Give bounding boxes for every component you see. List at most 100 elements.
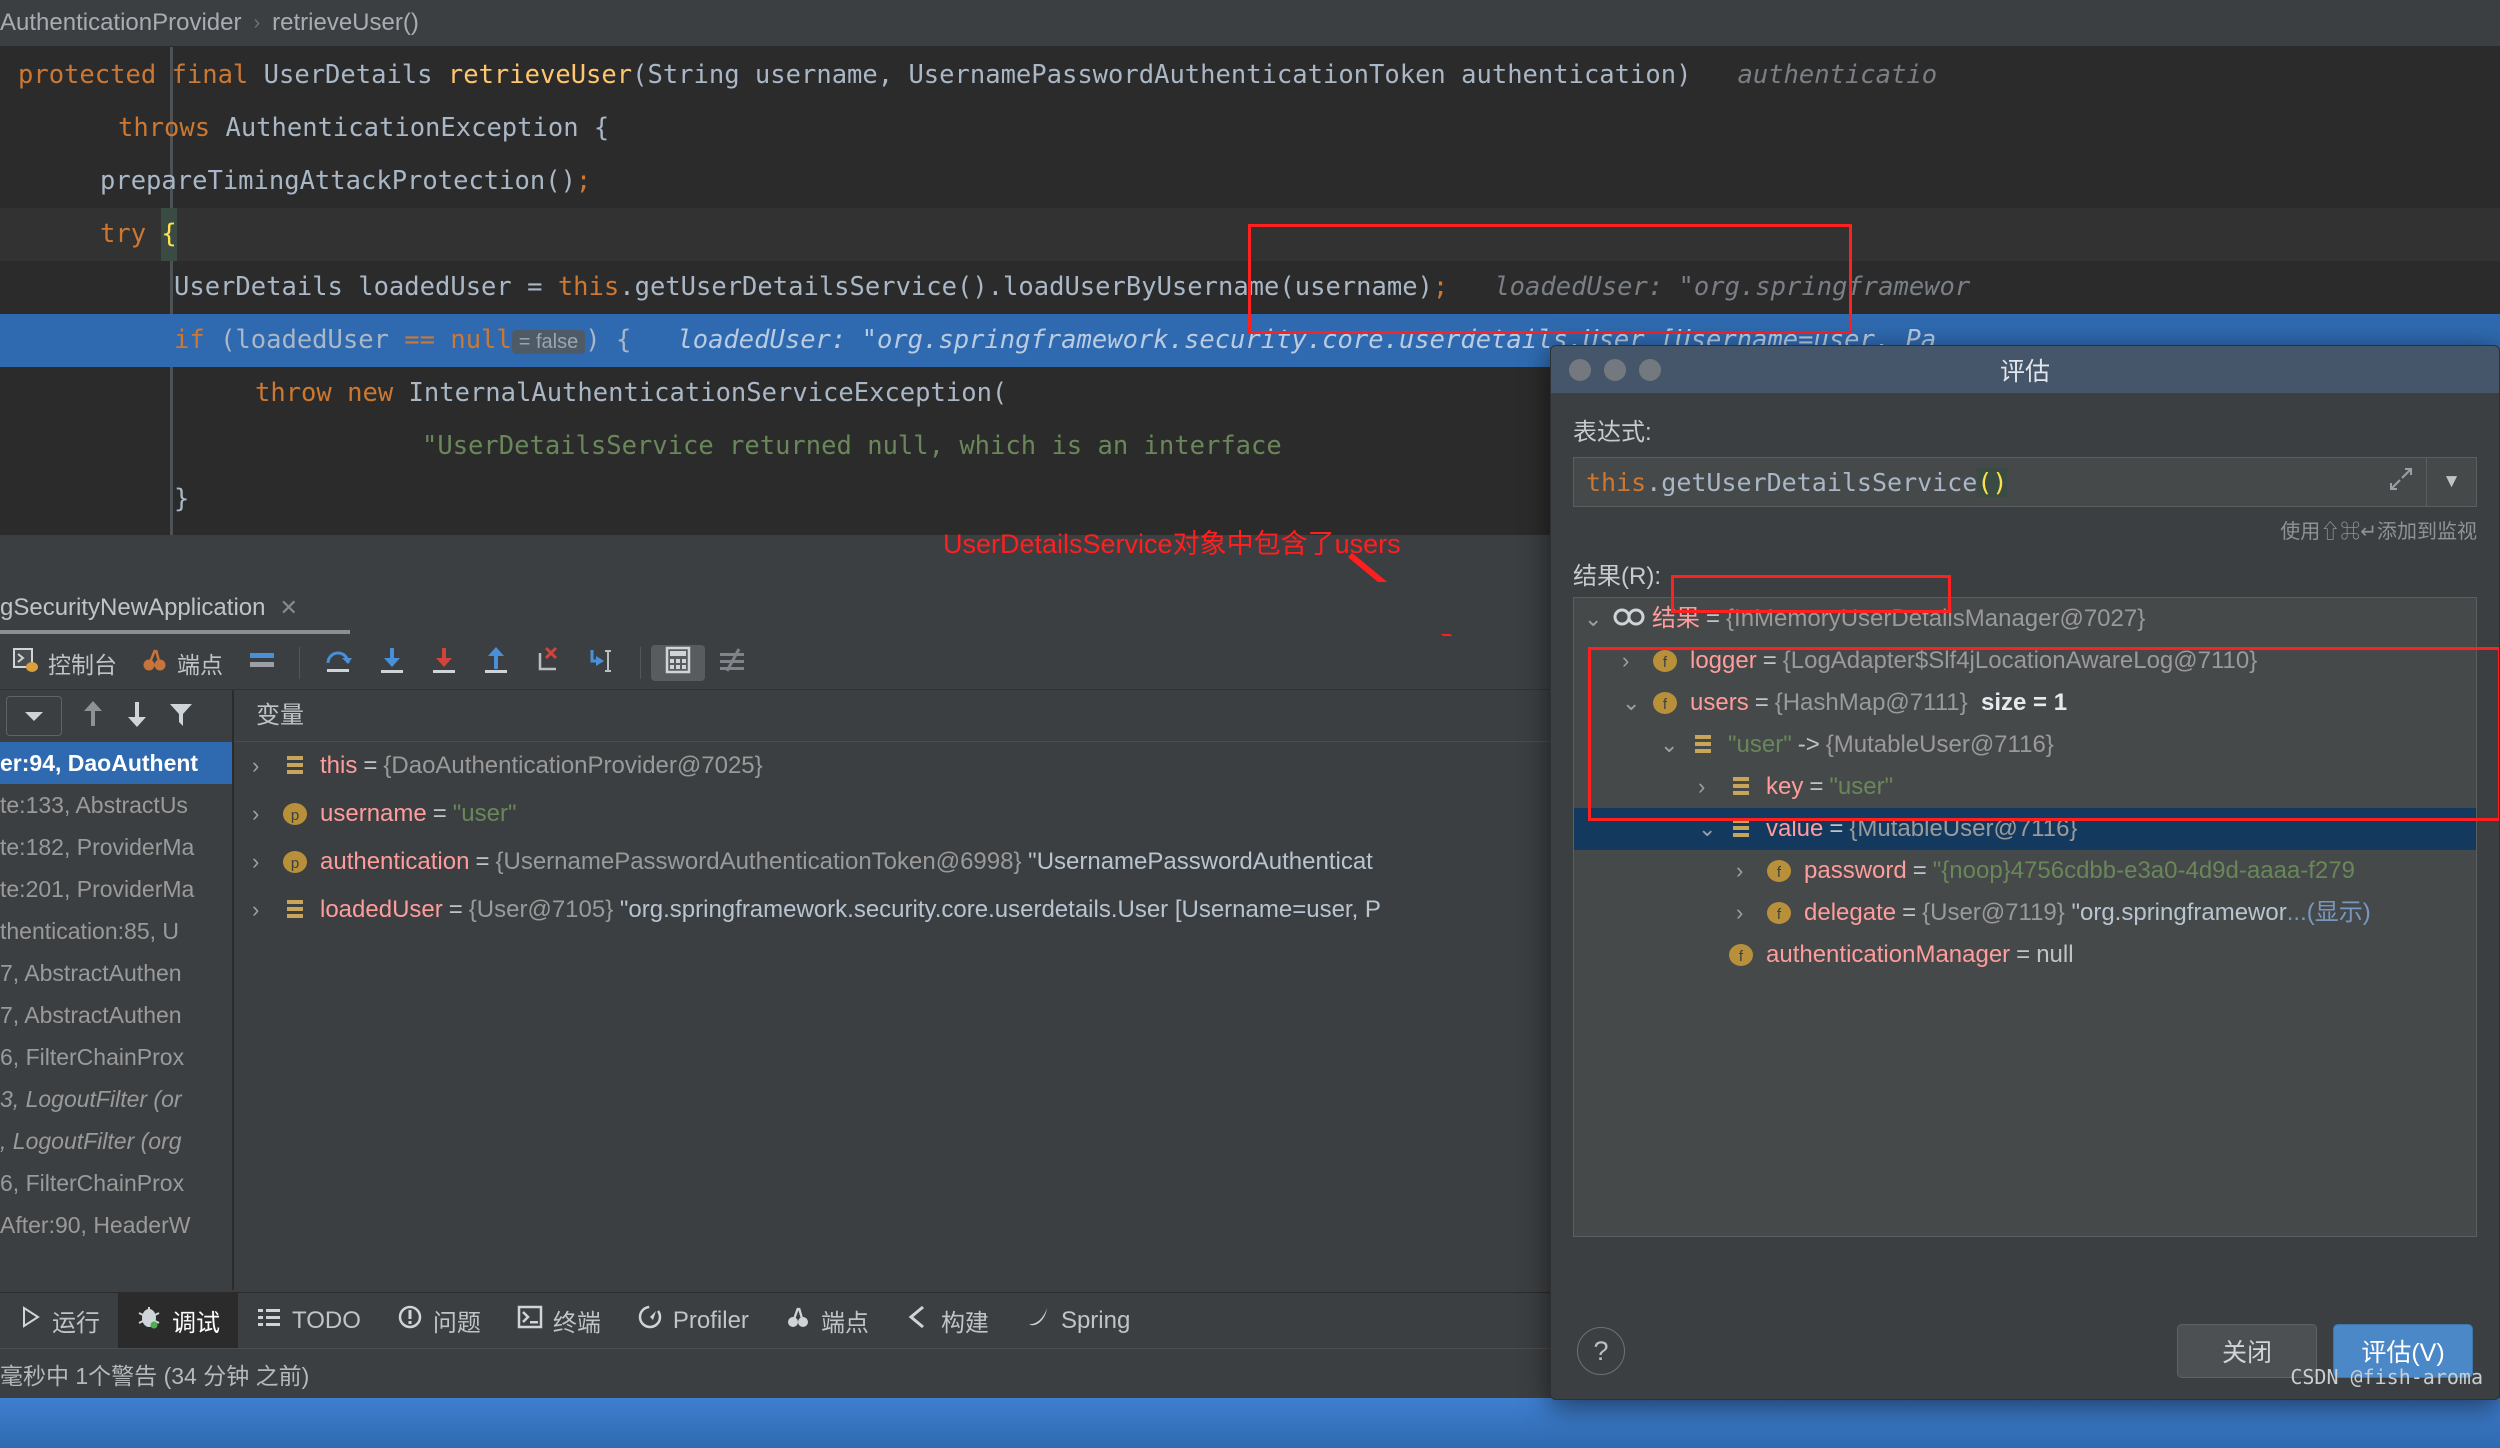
evaluate-expression-button[interactable]: [651, 645, 705, 681]
tree-row-selected[interactable]: ⌄value={MutableUser@7116}: [1574, 808, 2476, 850]
expand-chevron-icon[interactable]: ›: [252, 838, 280, 886]
variable-row[interactable]: ›pauthentication={UsernamePasswordAuthen…: [234, 838, 1554, 886]
variable-row[interactable]: ›this={DaoAuthenticationProvider@7025}: [234, 742, 1554, 790]
step-out-button[interactable]: [470, 645, 522, 681]
expand-chevron-icon[interactable]: ⌄: [1584, 598, 1612, 640]
thread-selector[interactable]: [6, 696, 62, 736]
variables-panel[interactable]: 变量 ›this={DaoAuthenticationProvider@7025…: [234, 690, 1554, 1290]
tree-row[interactable]: ›flogger={LogAdapter$Slf4jLocationAwareL…: [1574, 640, 2476, 682]
breadcrumb[interactable]: AuthenticationProvider › retrieveUser(): [0, 0, 2500, 47]
code-token: try: [100, 219, 161, 249]
code-line[interactable]: throws AuthenticationException {: [0, 102, 2500, 155]
build-icon: [905, 1304, 931, 1337]
expand-chevron-icon[interactable]: ›: [252, 886, 280, 934]
variable-row[interactable]: ›loadedUser={User@7105} "org.springframe…: [234, 886, 1554, 934]
bottom-tab-breakpoints[interactable]: 端点: [767, 1293, 887, 1349]
tab-underline: [0, 630, 350, 634]
frame-row[interactable]: 3, LogoutFilter (or: [0, 1078, 232, 1120]
frame-row[interactable]: After:90, HeaderW: [0, 1204, 232, 1246]
tree-row[interactable]: ⌄结果={InMemoryUserDetailsManager@7027}: [1574, 598, 2476, 640]
frame-row[interactable]: 7, AbstractAuthen: [0, 994, 232, 1036]
tree-row[interactable]: fauthenticationManager=null: [1574, 934, 2476, 976]
tree-node-string: "{noop}4756cdbb-e3a0-4d9d-aaaa-f279: [1933, 850, 2355, 892]
expand-editor-icon[interactable]: [2388, 466, 2414, 498]
tree-row[interactable]: ⌄"user"->{MutableUser@7116}: [1574, 724, 2476, 766]
variable-tostring: "UsernamePasswordAuthenticat: [1022, 838, 1373, 886]
tree-row[interactable]: ›key="user": [1574, 766, 2476, 808]
tree-node-tostring: "org.springframewor: [2065, 892, 2287, 934]
tree-row[interactable]: ›fdelegate={User@7119} "org.springframew…: [1574, 892, 2476, 934]
expand-chevron-icon[interactable]: ›: [1622, 640, 1650, 682]
code-line[interactable]: UserDetails loadedUser = this.getUserDet…: [0, 261, 2500, 314]
evaluate-dialog[interactable]: 评估 表达式: this.getUserDetailsService() ▼ 使…: [1550, 345, 2500, 1400]
bottom-tab-run[interactable]: 运行: [0, 1293, 118, 1349]
code-token: retrieveUser: [448, 60, 632, 90]
frame-row-selected[interactable]: er:94, DaoAuthent: [0, 742, 232, 784]
expression-input[interactable]: this.getUserDetailsService(): [1573, 457, 2427, 507]
variable-ref: {DaoAuthenticationProvider@7025}: [383, 742, 762, 790]
show-value-link[interactable]: ...(显示): [2287, 892, 2371, 934]
bottom-tab-spring[interactable]: Spring: [1007, 1293, 1148, 1349]
frame-row[interactable]: te:133, AbstractUs: [0, 784, 232, 826]
expand-chevron-icon[interactable]: ›: [252, 742, 280, 790]
frame-row[interactable]: te:201, ProviderMa: [0, 868, 232, 910]
breakpoints-button[interactable]: 端点: [129, 646, 235, 680]
bottom-tab-debug[interactable]: 调试: [118, 1293, 238, 1349]
bottom-tab-terminal[interactable]: 终端: [499, 1293, 619, 1349]
expand-chevron-icon[interactable]: ›: [1698, 766, 1726, 808]
equals-sign: =: [1902, 892, 1916, 934]
frame-row[interactable]: thentication:85, U: [0, 910, 232, 952]
frames-toolbar[interactable]: [0, 690, 232, 742]
run-to-cursor-button[interactable]: [574, 645, 630, 681]
code-token: {: [161, 208, 176, 261]
help-button[interactable]: ?: [1577, 1327, 1625, 1375]
bottom-tab-problems[interactable]: 问题: [379, 1293, 499, 1349]
code-token: "UserDetailsService returned null, which…: [422, 431, 1282, 461]
tree-row[interactable]: ⌄fusers={HashMap@7111} size = 1: [1574, 682, 2476, 724]
tree-row[interactable]: ›fpassword="{noop}4756cdbb-e3a0-4d9d-aaa…: [1574, 850, 2476, 892]
code-token: loadedUser: "org.springframewor: [1448, 272, 1970, 302]
variable-name: loadedUser: [320, 886, 443, 934]
frame-row[interactable]: , LogoutFilter (org: [0, 1120, 232, 1162]
filter-icon[interactable]: [168, 699, 194, 734]
expression-history-dropdown[interactable]: ▼: [2427, 457, 2477, 507]
expand-chevron-icon[interactable]: ⌄: [1660, 724, 1688, 766]
step-into-button[interactable]: [366, 645, 418, 681]
expand-chevron-icon[interactable]: ›: [252, 790, 280, 838]
code-line[interactable]: protected final UserDetails retrieveUser…: [0, 49, 2500, 102]
bottom-tab-build[interactable]: 构建: [887, 1293, 1007, 1349]
frames-down-icon[interactable]: [124, 699, 150, 734]
expand-chevron-icon[interactable]: ›: [1736, 850, 1764, 892]
frame-row[interactable]: 7, AbstractAuthen: [0, 952, 232, 994]
settings-icon: [717, 645, 747, 681]
close-icon[interactable]: ✕: [279, 595, 297, 621]
frames-panel[interactable]: er:94, DaoAuthentte:133, AbstractUste:18…: [0, 690, 232, 1290]
frame-row[interactable]: 6, FilterChainProx: [0, 1036, 232, 1078]
expression-row[interactable]: this.getUserDetailsService() ▼: [1573, 457, 2477, 507]
settings-button[interactable]: [705, 645, 759, 681]
drop-frame-button[interactable]: [522, 645, 574, 681]
frame-row[interactable]: te:182, ProviderMa: [0, 826, 232, 868]
bottom-tab-todo[interactable]: TODO: [238, 1293, 379, 1349]
code-line[interactable]: try {: [0, 208, 2500, 261]
code-line[interactable]: prepareTimingAttackProtection();: [0, 155, 2500, 208]
expand-chevron-icon[interactable]: ⌄: [1698, 808, 1726, 850]
tab-application[interactable]: gSecurityNewApplication ✕: [0, 594, 298, 622]
frame-row[interactable]: 6, FilterChainProx: [0, 1162, 232, 1204]
annotation-text: UserDetailsService对象中包含了users: [943, 522, 1401, 561]
equals-sign: =: [1755, 682, 1769, 724]
dialog-titlebar[interactable]: 评估: [1551, 346, 2499, 394]
frames-up-icon[interactable]: [80, 699, 106, 734]
expand-chevron-icon[interactable]: ⌄: [1622, 682, 1650, 724]
console-button[interactable]: 控制台: [0, 646, 129, 680]
step-over-button[interactable]: [310, 645, 366, 681]
breadcrumb-part-class[interactable]: AuthenticationProvider: [0, 9, 241, 37]
bottom-tab-profiler[interactable]: Profiler: [619, 1293, 767, 1349]
tree-node-ref: {InMemoryUserDetailsManager@7027}: [1726, 598, 2145, 640]
breadcrumb-part-method[interactable]: retrieveUser(): [272, 9, 419, 37]
variable-row[interactable]: ›pusername="user": [234, 790, 1554, 838]
result-tree[interactable]: ⌄结果={InMemoryUserDetailsManager@7027}›fl…: [1573, 597, 2477, 1237]
force-step-into-button[interactable]: [418, 645, 470, 681]
expand-chevron-icon[interactable]: ›: [1736, 892, 1764, 934]
frames-toggle-button[interactable]: [235, 646, 289, 680]
